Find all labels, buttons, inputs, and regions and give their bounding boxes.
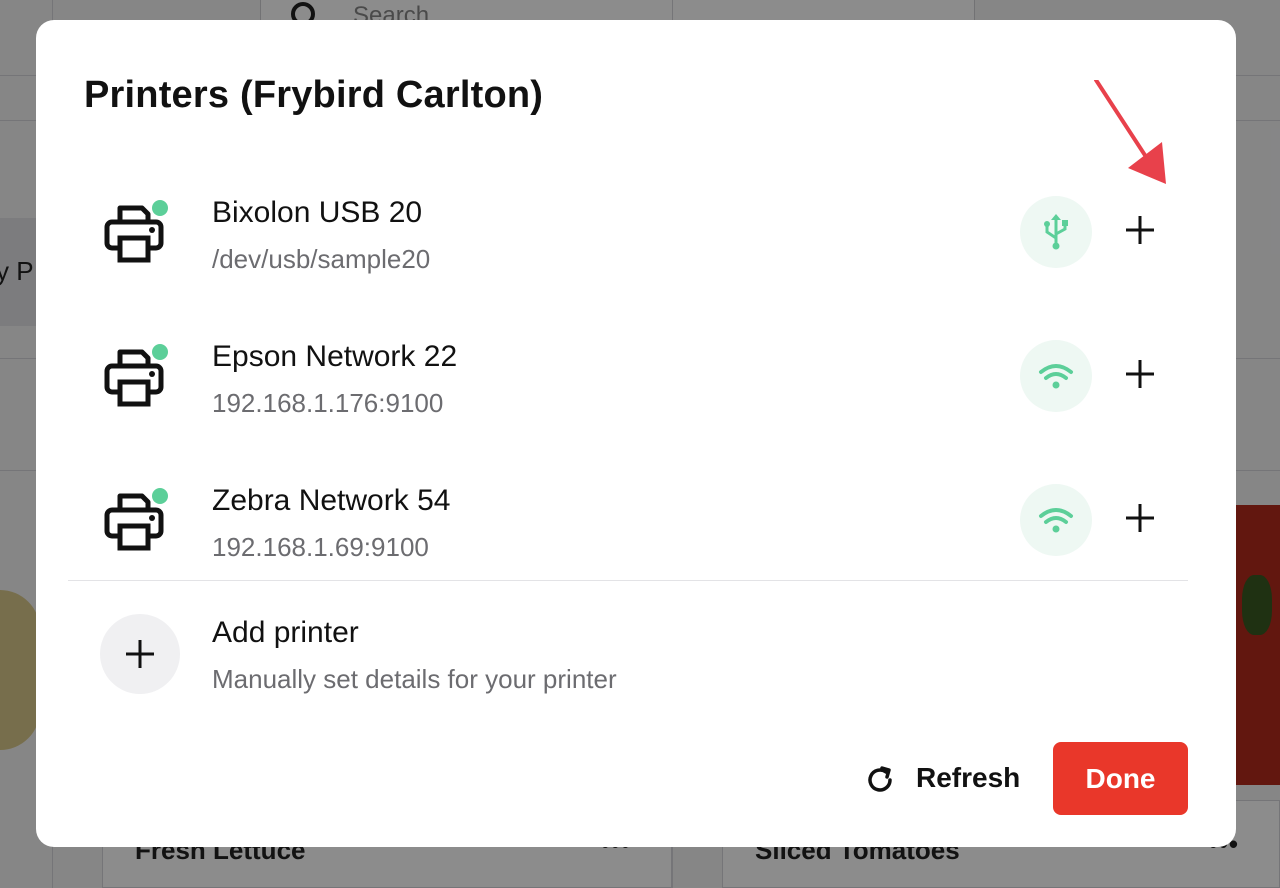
printer-row-zebra[interactable]: Zebra Network 54 192.168.1.69:9100: [36, 462, 1236, 562]
online-status-dot: [152, 344, 168, 360]
plus-icon: [1126, 504, 1154, 532]
wifi-connection-badge: [1020, 340, 1092, 412]
annotation-arrow-icon: [1094, 80, 1166, 184]
printer-address: 192.168.1.69:9100: [212, 532, 429, 562]
add-printer-title: Add printer: [212, 616, 359, 649]
plus-icon: [126, 640, 154, 668]
usb-icon: [1044, 214, 1068, 250]
printers-dialog: Printers (Frybird Carlton) Bixolon USB 2…: [36, 20, 1236, 847]
printer-name: Bixolon USB 20: [212, 196, 423, 229]
refresh-icon: [868, 766, 892, 792]
wifi-icon: [1039, 508, 1073, 533]
plus-icon: [1126, 360, 1154, 388]
online-status-dot: [152, 200, 168, 216]
add-printer-zebra-button[interactable]: [1118, 496, 1162, 540]
add-printer-bixolon-button[interactable]: [1118, 208, 1162, 252]
printer-row-bixolon[interactable]: Bixolon USB 20 /dev/usb/sample20: [36, 174, 1236, 274]
add-printer-subtitle: Manually set details for your printer: [212, 664, 617, 694]
printer-row-epson[interactable]: Epson Network 22 192.168.1.176:9100: [36, 318, 1236, 418]
list-divider: [68, 580, 1188, 581]
refresh-button[interactable]: Refresh: [860, 742, 1030, 814]
refresh-label: Refresh: [916, 762, 1021, 793]
wifi-connection-badge: [1020, 484, 1092, 556]
plus-icon: [1126, 216, 1154, 244]
printer-name: Zebra Network 54: [212, 484, 451, 517]
printer-name: Epson Network 22: [212, 340, 458, 373]
printer-address: /dev/usb/sample20: [212, 244, 431, 274]
dialog-title: Printers (Frybird Carlton): [84, 74, 544, 116]
done-button[interactable]: Done: [1053, 742, 1188, 815]
printer-address: 192.168.1.176:9100: [212, 388, 444, 418]
add-printer-row[interactable]: Add printer Manually set details for you…: [36, 606, 1236, 706]
add-printer-epson-button[interactable]: [1118, 352, 1162, 396]
wifi-icon: [1039, 364, 1073, 389]
add-printer-button[interactable]: [100, 614, 180, 694]
online-status-dot: [152, 488, 168, 504]
